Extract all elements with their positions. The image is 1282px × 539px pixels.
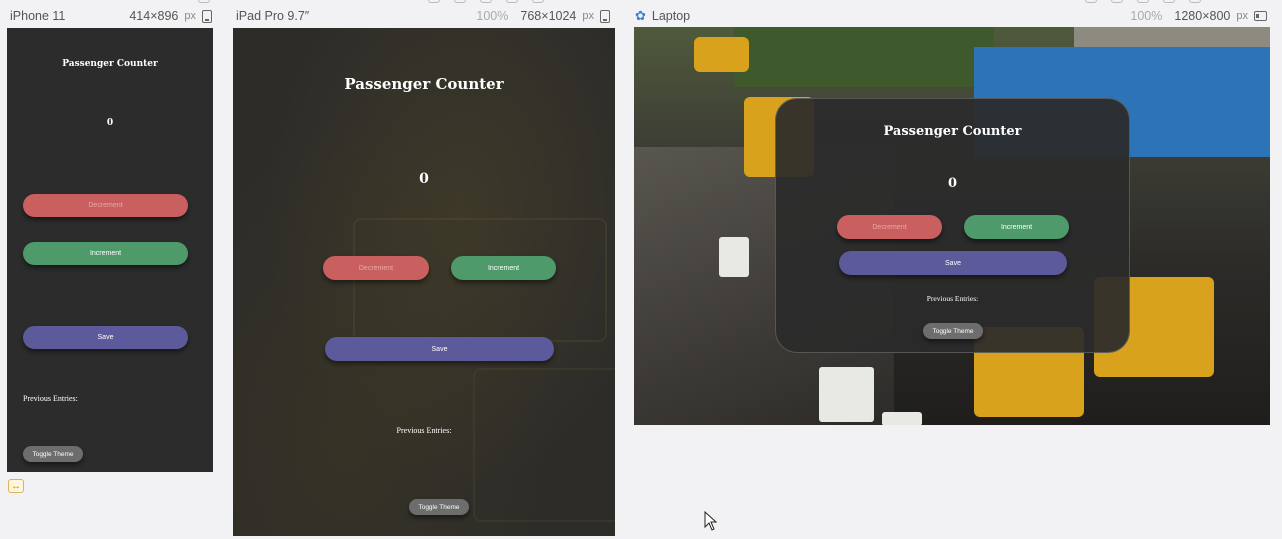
save-button[interactable]: Save: [325, 337, 554, 361]
increment-button[interactable]: Increment: [451, 256, 556, 280]
decrement-button[interactable]: Decrement: [23, 194, 188, 217]
ipad-frame-header: iPad Pro 9.7″ 100% 768×1024 px: [236, 6, 610, 26]
previous-entries-label: Previous Entries:: [396, 426, 452, 435]
toggle-theme-button[interactable]: Toggle Theme: [23, 446, 83, 462]
barrier: [719, 237, 749, 277]
toggle-theme-button[interactable]: Toggle Theme: [409, 499, 469, 515]
toolbar-icon[interactable]: [1189, 0, 1201, 3]
rotate-device-icon[interactable]: [202, 9, 212, 23]
toolbar-icon[interactable]: [1163, 0, 1175, 3]
decrement-button[interactable]: Decrement: [837, 215, 942, 239]
toolbar-icons: [1085, 0, 1201, 3]
toolbar-icon[interactable]: [480, 0, 492, 3]
toolbar-icon[interactable]: [532, 0, 544, 3]
ipad-preview: Passenger Counter 0 Decrement Increment …: [233, 28, 615, 536]
ipad-zoom[interactable]: 100%: [476, 9, 508, 23]
app-title: Passenger Counter: [883, 124, 1022, 139]
toolbar-icon[interactable]: [1111, 0, 1123, 3]
toolbar-icon[interactable]: [506, 0, 518, 3]
toolbar-icon[interactable]: [198, 0, 210, 3]
laptop-dimensions: 100% 1280×800 px: [1130, 6, 1267, 26]
rotate-device-icon[interactable]: [600, 9, 610, 23]
ipad-device-name[interactable]: iPad Pro 9.7″: [236, 9, 309, 23]
laptop-device-name[interactable]: Laptop: [652, 9, 690, 23]
bus: [694, 37, 749, 72]
laptop-frame-header: ✿ Laptop 100% 1280×800 px: [635, 6, 1267, 26]
previous-entries-label: Previous Entries:: [926, 294, 979, 303]
save-button[interactable]: Save: [23, 326, 188, 349]
counter-value: 0: [106, 118, 114, 128]
background-image: [233, 28, 615, 536]
app-title: Passenger Counter: [344, 75, 504, 93]
decrement-button[interactable]: Decrement: [323, 256, 429, 280]
ipad-dimensions: 100% 768×1024 px: [476, 6, 610, 26]
app-card: Passenger Counter 0 Decrement Increment …: [775, 98, 1130, 353]
app-title: Passenger Counter: [62, 59, 158, 69]
trees: [734, 27, 994, 87]
laptop-zoom[interactable]: 100%: [1130, 9, 1162, 23]
toolbar-icons: [428, 0, 544, 3]
resize-handle-icon[interactable]: ↔: [8, 479, 24, 493]
puzzle-icon: ✿: [635, 8, 646, 23]
toolbar-icons: [198, 0, 210, 3]
iphone-frame-header: iPhone 11 414×896 px: [10, 6, 212, 26]
toolbar-icon[interactable]: [454, 0, 466, 3]
counter-value: 0: [419, 171, 429, 187]
iphone-width[interactable]: 414: [129, 9, 150, 23]
mouse-cursor-icon: [704, 511, 718, 531]
toolbar-icon[interactable]: [1137, 0, 1149, 3]
iphone-height[interactable]: 896: [158, 9, 179, 23]
save-button[interactable]: Save: [839, 251, 1067, 275]
previous-entries-label: Previous Entries:: [23, 394, 78, 403]
iphone-preview: Passenger Counter 0 Decrement Increment …: [7, 28, 213, 472]
increment-button[interactable]: Increment: [964, 215, 1069, 239]
toolbar-icon[interactable]: [428, 0, 440, 3]
barrier: [882, 412, 922, 425]
counter-value: 0: [947, 176, 958, 191]
increment-button[interactable]: Increment: [23, 242, 188, 265]
iphone-dimensions: 414×896 px: [129, 6, 212, 26]
toggle-theme-button[interactable]: Toggle Theme: [923, 323, 983, 339]
toolbar-icon[interactable]: [1085, 0, 1097, 3]
iphone-device-name[interactable]: iPhone 11: [10, 9, 65, 23]
barrier: [819, 367, 874, 422]
orientation-icon[interactable]: [1254, 11, 1267, 21]
laptop-preview: Passenger Counter 0 Decrement Increment …: [634, 27, 1270, 425]
